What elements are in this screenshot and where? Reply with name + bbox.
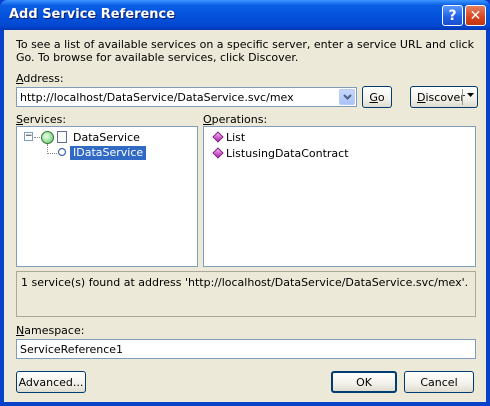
chevron-down-icon (342, 94, 352, 100)
address-dropdown-button[interactable] (339, 89, 355, 105)
namespace-input[interactable]: ServiceReference1 (20, 343, 123, 356)
method-icon (212, 147, 224, 159)
operations-label: Operations: (203, 113, 268, 126)
status-area: 1 service(s) found at address 'http://lo… (16, 271, 476, 317)
go-button[interactable]: Go (362, 86, 392, 108)
advanced-button-label: Advanced... (18, 375, 84, 389)
tree-connector (34, 137, 40, 138)
operation-item[interactable]: List (226, 131, 245, 144)
ok-button-label: OK (356, 375, 372, 389)
close-icon: ✕ (469, 7, 482, 24)
cancel-button[interactable]: Cancel (404, 371, 474, 393)
document-icon (57, 131, 67, 143)
service-icon (41, 131, 54, 144)
namespace-field[interactable]: ServiceReference1 (16, 339, 476, 359)
discover-split-button[interactable]: Discover (410, 86, 478, 108)
services-label: Services: (16, 113, 67, 126)
tree-node-idataservice[interactable]: IDataService (70, 146, 147, 160)
address-input[interactable]: http://localhost/DataService/DataService… (20, 91, 294, 104)
discover-button-label: Discover (417, 90, 465, 104)
split-separator (462, 89, 463, 105)
status-message: 1 service(s) found at address 'http://lo… (21, 276, 469, 289)
operation-item[interactable]: ListusingDataContract (226, 147, 349, 160)
cancel-button-label: Cancel (420, 375, 458, 389)
window-title: Add Service Reference (9, 7, 176, 22)
advanced-button[interactable]: Advanced... (16, 371, 86, 393)
instructions-text: To see a list of available services on a… (16, 38, 474, 64)
tree-connector (47, 153, 57, 154)
address-combobox[interactable]: http://localhost/DataService/DataService… (16, 87, 357, 107)
ok-button[interactable]: OK (331, 371, 397, 393)
title-bar[interactable]: Add Service Reference ? ✕ (0, 0, 490, 30)
namespace-label: Namespace: (16, 324, 85, 337)
add-service-reference-dialog: Add Service Reference ? ✕ To see a list … (0, 0, 490, 406)
services-tree[interactable]: − DataService IDataService (16, 126, 198, 267)
collapse-icon[interactable]: − (24, 132, 33, 141)
tree-node-dataservice[interactable]: DataService (73, 131, 140, 144)
dialog-body: To see a list of available services on a… (4, 30, 486, 402)
interface-icon (57, 147, 67, 157)
address-label: Address: (16, 72, 64, 85)
close-button[interactable]: ✕ (465, 5, 486, 26)
go-button-label: Go (369, 90, 385, 104)
help-button[interactable]: ? (442, 5, 463, 26)
method-icon (212, 131, 224, 143)
discover-dropdown-icon[interactable] (467, 93, 474, 98)
operations-list[interactable]: List ListusingDataContract (203, 126, 476, 267)
help-icon: ? (448, 7, 457, 24)
